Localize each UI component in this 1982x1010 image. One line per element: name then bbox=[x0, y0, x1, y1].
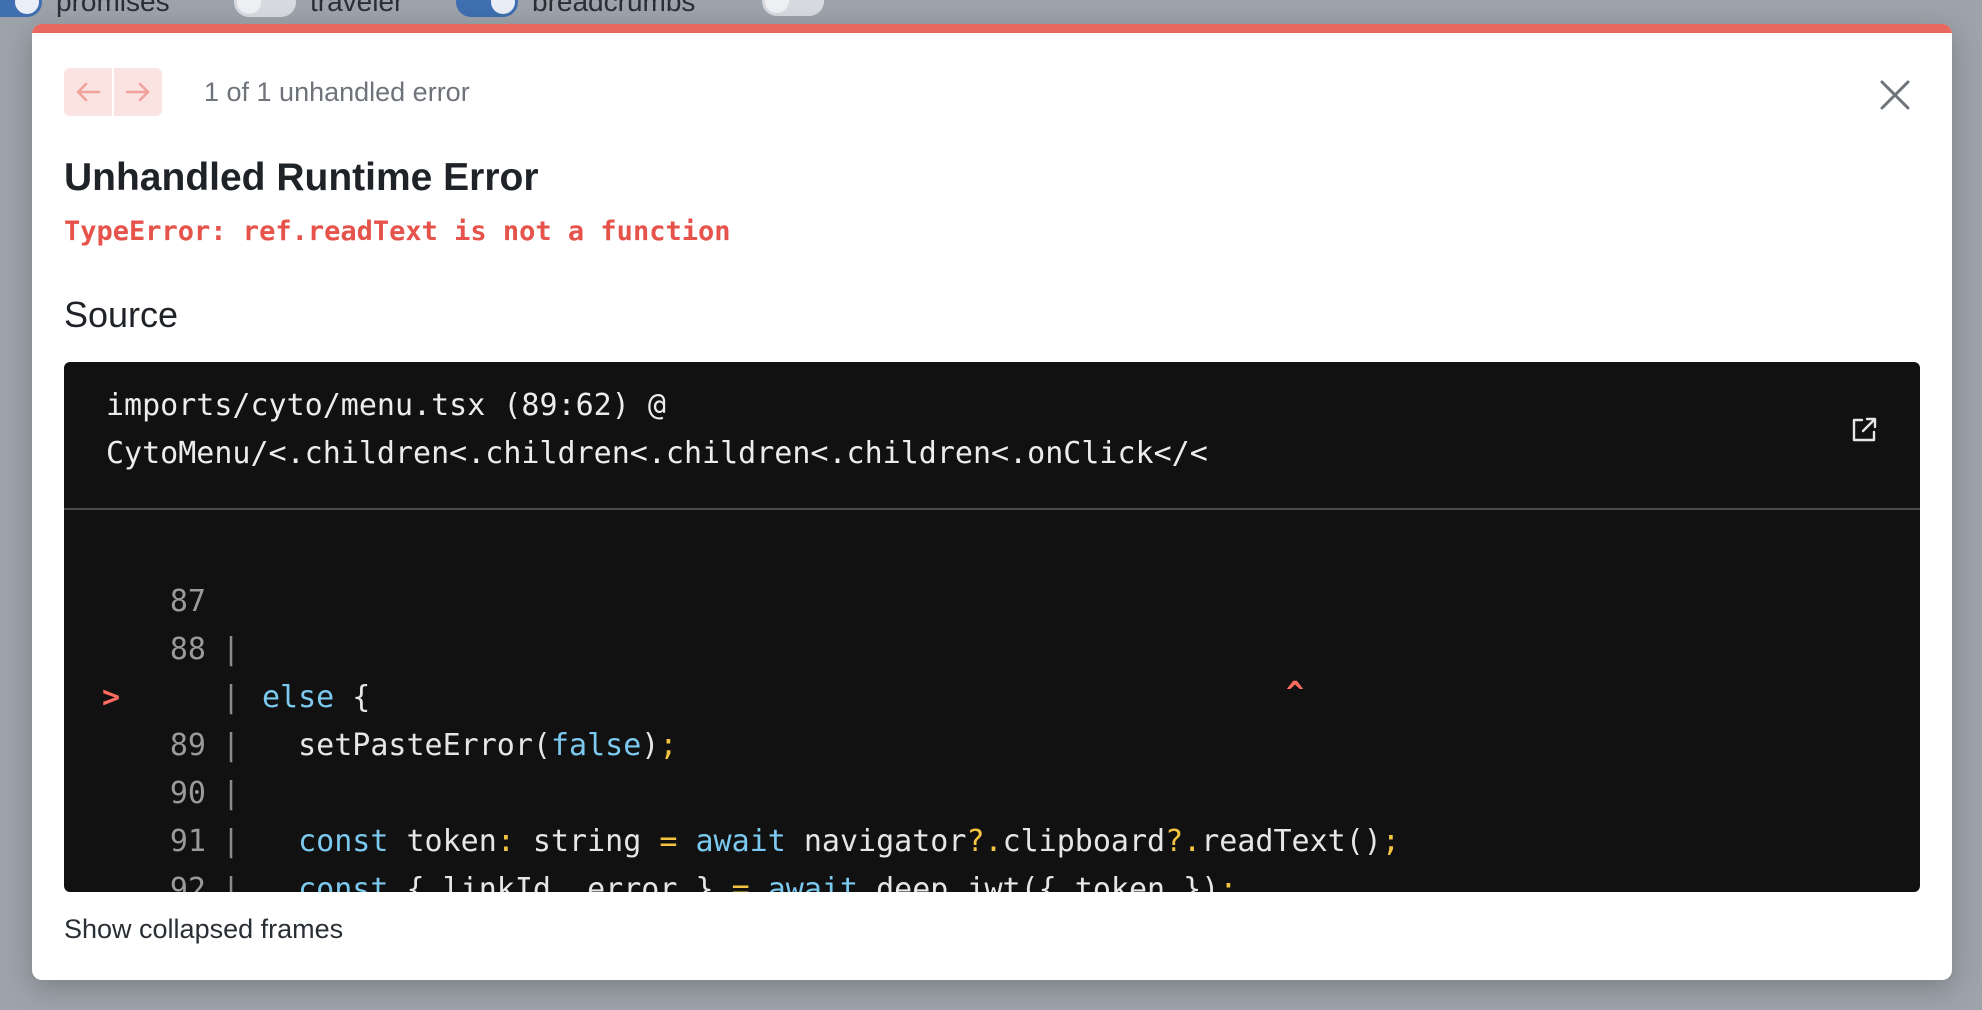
close-button[interactable] bbox=[1876, 76, 1914, 114]
source-function-path[interactable]: CytoMenu/<.children<.children<.children<… bbox=[106, 436, 1208, 471]
gutter-separator: | bbox=[222, 872, 241, 892]
dialog-title: Unhandled Runtime Error bbox=[64, 156, 539, 199]
arrow-right-icon bbox=[125, 82, 150, 102]
code-line: 88 | setPasteError(false); bbox=[64, 578, 1920, 763]
code-line: 91 | if (error && !linkId) setPasteError… bbox=[64, 770, 1920, 892]
toggle-unlabeled[interactable] bbox=[762, 0, 824, 16]
dialog-accent-bar bbox=[32, 24, 1952, 33]
toggle-traveler[interactable]: traveler bbox=[234, 0, 403, 18]
nav-button-group bbox=[64, 68, 162, 116]
code-line-highlighted: > 89 | const token: string = await navig… bbox=[64, 626, 1920, 859]
open-in-editor-button[interactable] bbox=[1848, 414, 1880, 446]
prev-error-button[interactable] bbox=[64, 68, 112, 116]
code-text: const { linkId, error } = await deep.jwt… bbox=[298, 872, 1238, 892]
next-error-button[interactable] bbox=[112, 68, 162, 116]
code-line: 90 | const { linkId, error } = await dee… bbox=[64, 722, 1920, 892]
close-icon bbox=[1880, 80, 1910, 110]
error-navigation: 1 of 1 unhandled error bbox=[64, 68, 470, 116]
code-line: 87 | else { bbox=[64, 530, 1920, 715]
error-dialog: 1 of 1 unhandled error Unhandled Runtime… bbox=[32, 24, 1952, 980]
toggle-switch[interactable] bbox=[0, 0, 42, 17]
toggle-label: breadcrumbs bbox=[532, 0, 696, 17]
source-file-header[interactable]: imports/cyto/menu.tsx (89:62) @ CytoMenu… bbox=[64, 362, 1920, 510]
line-number: 92 bbox=[169, 872, 206, 892]
toggle-label: promises bbox=[56, 0, 170, 17]
code-lines: 87 | else { 88 | setPasteError(false); >… bbox=[64, 530, 1920, 892]
error-message: TypeError: ref.readText is not a functio… bbox=[64, 216, 731, 247]
source-file-path[interactable]: imports/cyto/menu.tsx (89:62) @ bbox=[106, 388, 666, 423]
code-line-caret: | ^ bbox=[64, 674, 1920, 763]
toggle-breadcrumbs[interactable]: breadcrumbs bbox=[456, 0, 695, 18]
external-link-icon bbox=[1852, 417, 1877, 442]
source-heading: Source bbox=[64, 294, 179, 335]
error-column-caret: ^ bbox=[1286, 676, 1305, 711]
error-counter: 1 of 1 unhandled error bbox=[204, 76, 470, 107]
toggle-label: traveler bbox=[310, 0, 404, 17]
toggle-promises[interactable]: promises bbox=[0, 0, 170, 18]
toggle-switch[interactable] bbox=[456, 0, 518, 17]
toggle-switch[interactable] bbox=[762, 0, 824, 16]
backdrop-toolbar: promises traveler breadcrumbs bbox=[0, 0, 1982, 24]
code-line: 92 | else if (linkId) setValid(token); bbox=[64, 818, 1920, 892]
show-collapsed-frames-button[interactable]: Show collapsed frames bbox=[64, 914, 343, 945]
source-code-frame: imports/cyto/menu.tsx (89:62) @ CytoMenu… bbox=[64, 362, 1920, 892]
toggle-switch[interactable] bbox=[234, 0, 296, 17]
arrow-left-icon bbox=[76, 82, 101, 102]
